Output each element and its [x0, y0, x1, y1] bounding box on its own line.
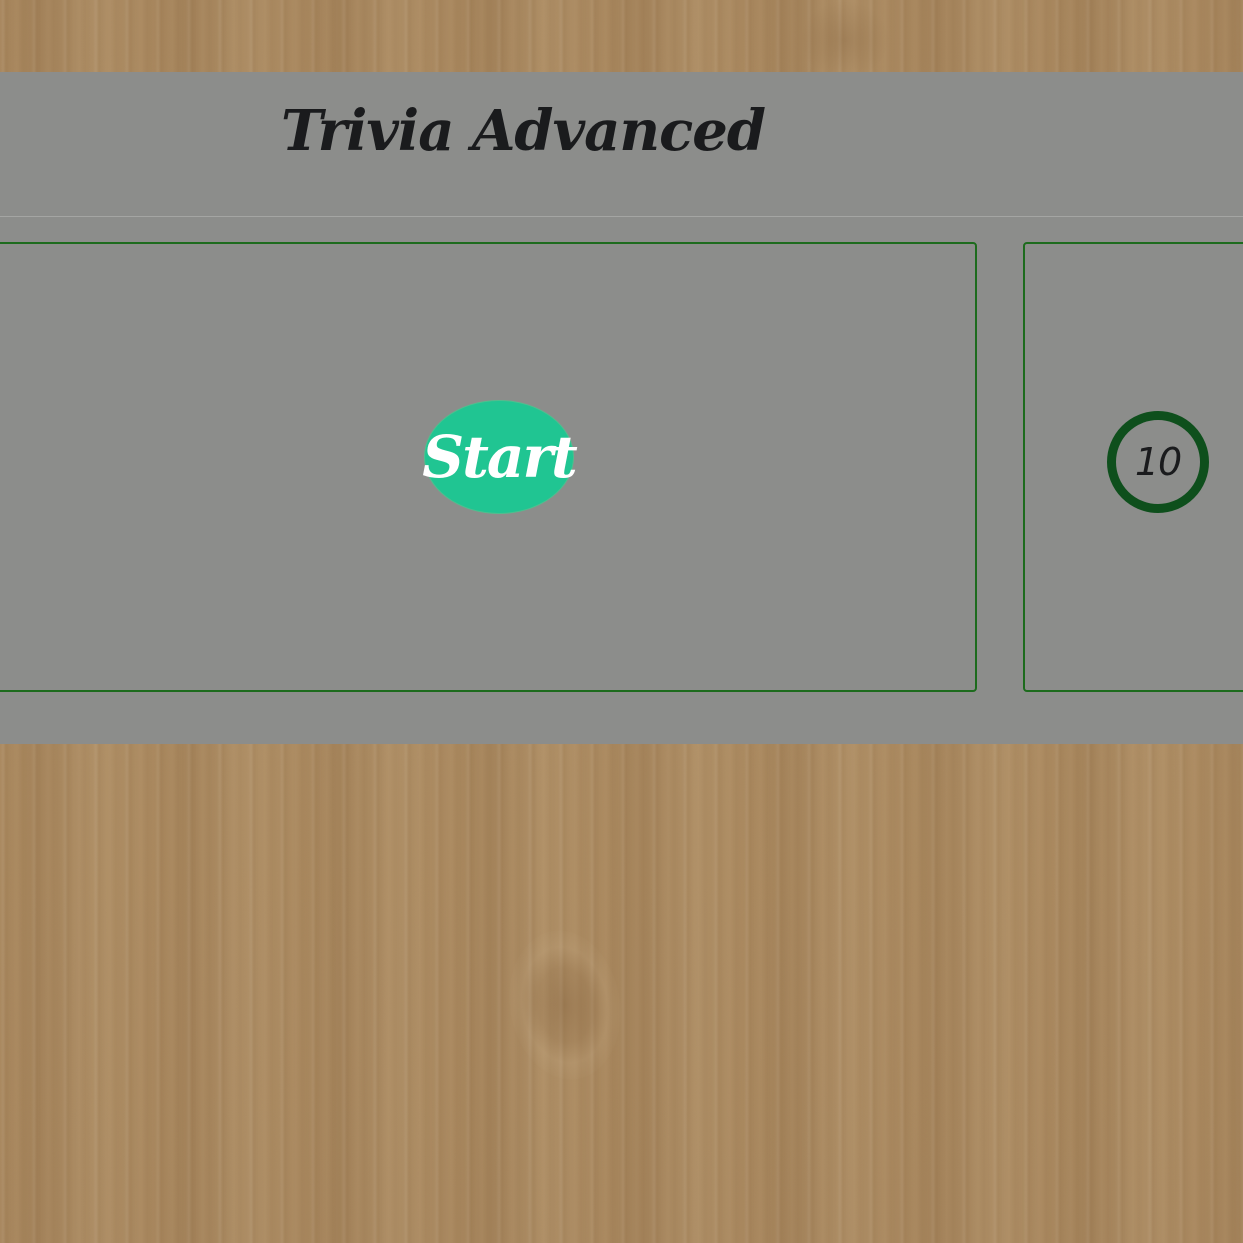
game-panel: Trivia Advanced Start 10	[0, 72, 1243, 744]
timer-value: 10	[1134, 440, 1182, 484]
wood-knot-decoration	[497, 921, 633, 1089]
page-title: Trivia Advanced	[281, 98, 766, 164]
countdown-timer: 10	[1107, 411, 1209, 513]
wood-knot-decoration-top	[800, 0, 890, 80]
game-header: Trivia Advanced	[0, 72, 1243, 217]
wood-background: { "app": { "title": "Trivia Advanced" },…	[0, 0, 1243, 1243]
start-button[interactable]: Start	[422, 400, 578, 514]
